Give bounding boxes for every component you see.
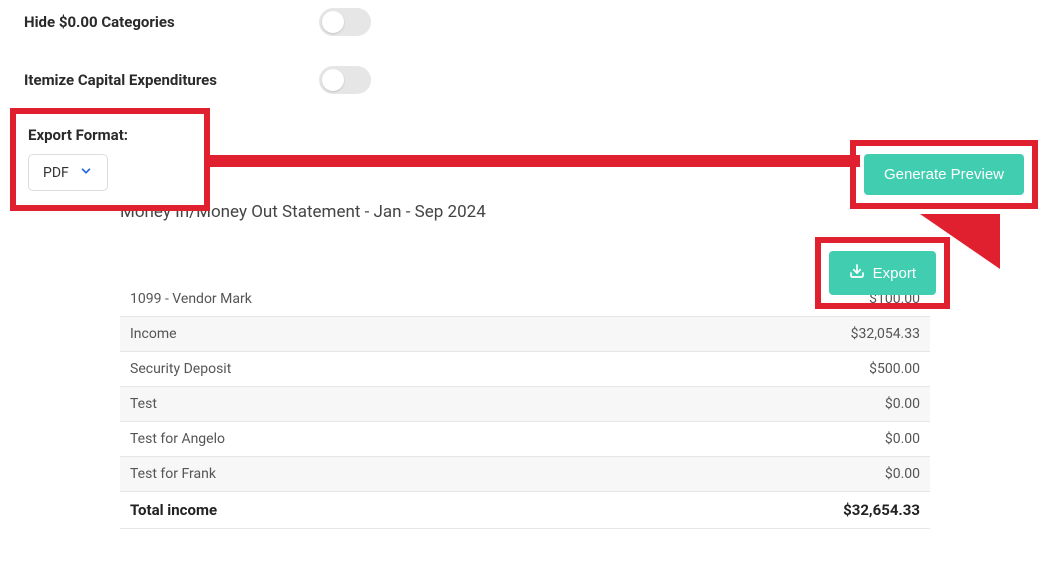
table-row: Test for Frank$0.00: [120, 457, 930, 492]
export-format-label: Export Format:: [28, 126, 190, 144]
row-label: 1099 - Vendor Mark: [120, 282, 601, 317]
export-button[interactable]: Export: [829, 251, 936, 295]
export-format-value: PDF: [43, 165, 69, 181]
annotation-generate-preview-box: Generate Preview: [850, 140, 1038, 209]
row-label: Test for Angelo: [120, 422, 601, 457]
row-label: Test for Frank: [120, 457, 601, 492]
total-amount: $32,654.33: [601, 492, 930, 529]
total-row: Total income$32,654.33: [120, 492, 930, 529]
generate-preview-button[interactable]: Generate Preview: [864, 154, 1024, 195]
income-table: 1099 - Vendor Mark$100.00Income$32,054.3…: [120, 282, 930, 529]
row-amount: $0.00: [601, 422, 930, 457]
annotation-export-format-box: Export Format: PDF: [10, 108, 210, 211]
row-amount: $500.00: [601, 352, 930, 387]
total-label: Total income: [120, 492, 601, 529]
row-amount: $0.00: [601, 387, 930, 422]
row-label: Test: [120, 387, 601, 422]
table-row: Test$0.00: [120, 387, 930, 422]
download-icon: [849, 263, 865, 283]
table-row: Test for Angelo$0.00: [120, 422, 930, 457]
chevron-down-icon: [79, 163, 93, 182]
annotation-export-button-box: Export: [815, 237, 950, 309]
itemize-capex-label: Itemize Capital Expenditures: [24, 71, 319, 89]
annotation-connector-line: [210, 155, 860, 167]
row-amount: $32,054.33: [601, 317, 930, 352]
export-button-label: Export: [873, 265, 916, 282]
table-row: 1099 - Vendor Mark$100.00: [120, 282, 930, 317]
hide-zero-categories-label: Hide $0.00 Categories: [24, 13, 319, 31]
itemize-capex-toggle[interactable]: [319, 66, 371, 94]
row-label: Income: [120, 317, 601, 352]
export-format-select[interactable]: PDF: [28, 154, 108, 191]
row-label: Security Deposit: [120, 352, 601, 387]
table-row: Income$32,054.33: [120, 317, 930, 352]
table-row: Security Deposit$500.00: [120, 352, 930, 387]
hide-zero-categories-toggle[interactable]: [319, 8, 371, 36]
row-amount: $0.00: [601, 457, 930, 492]
